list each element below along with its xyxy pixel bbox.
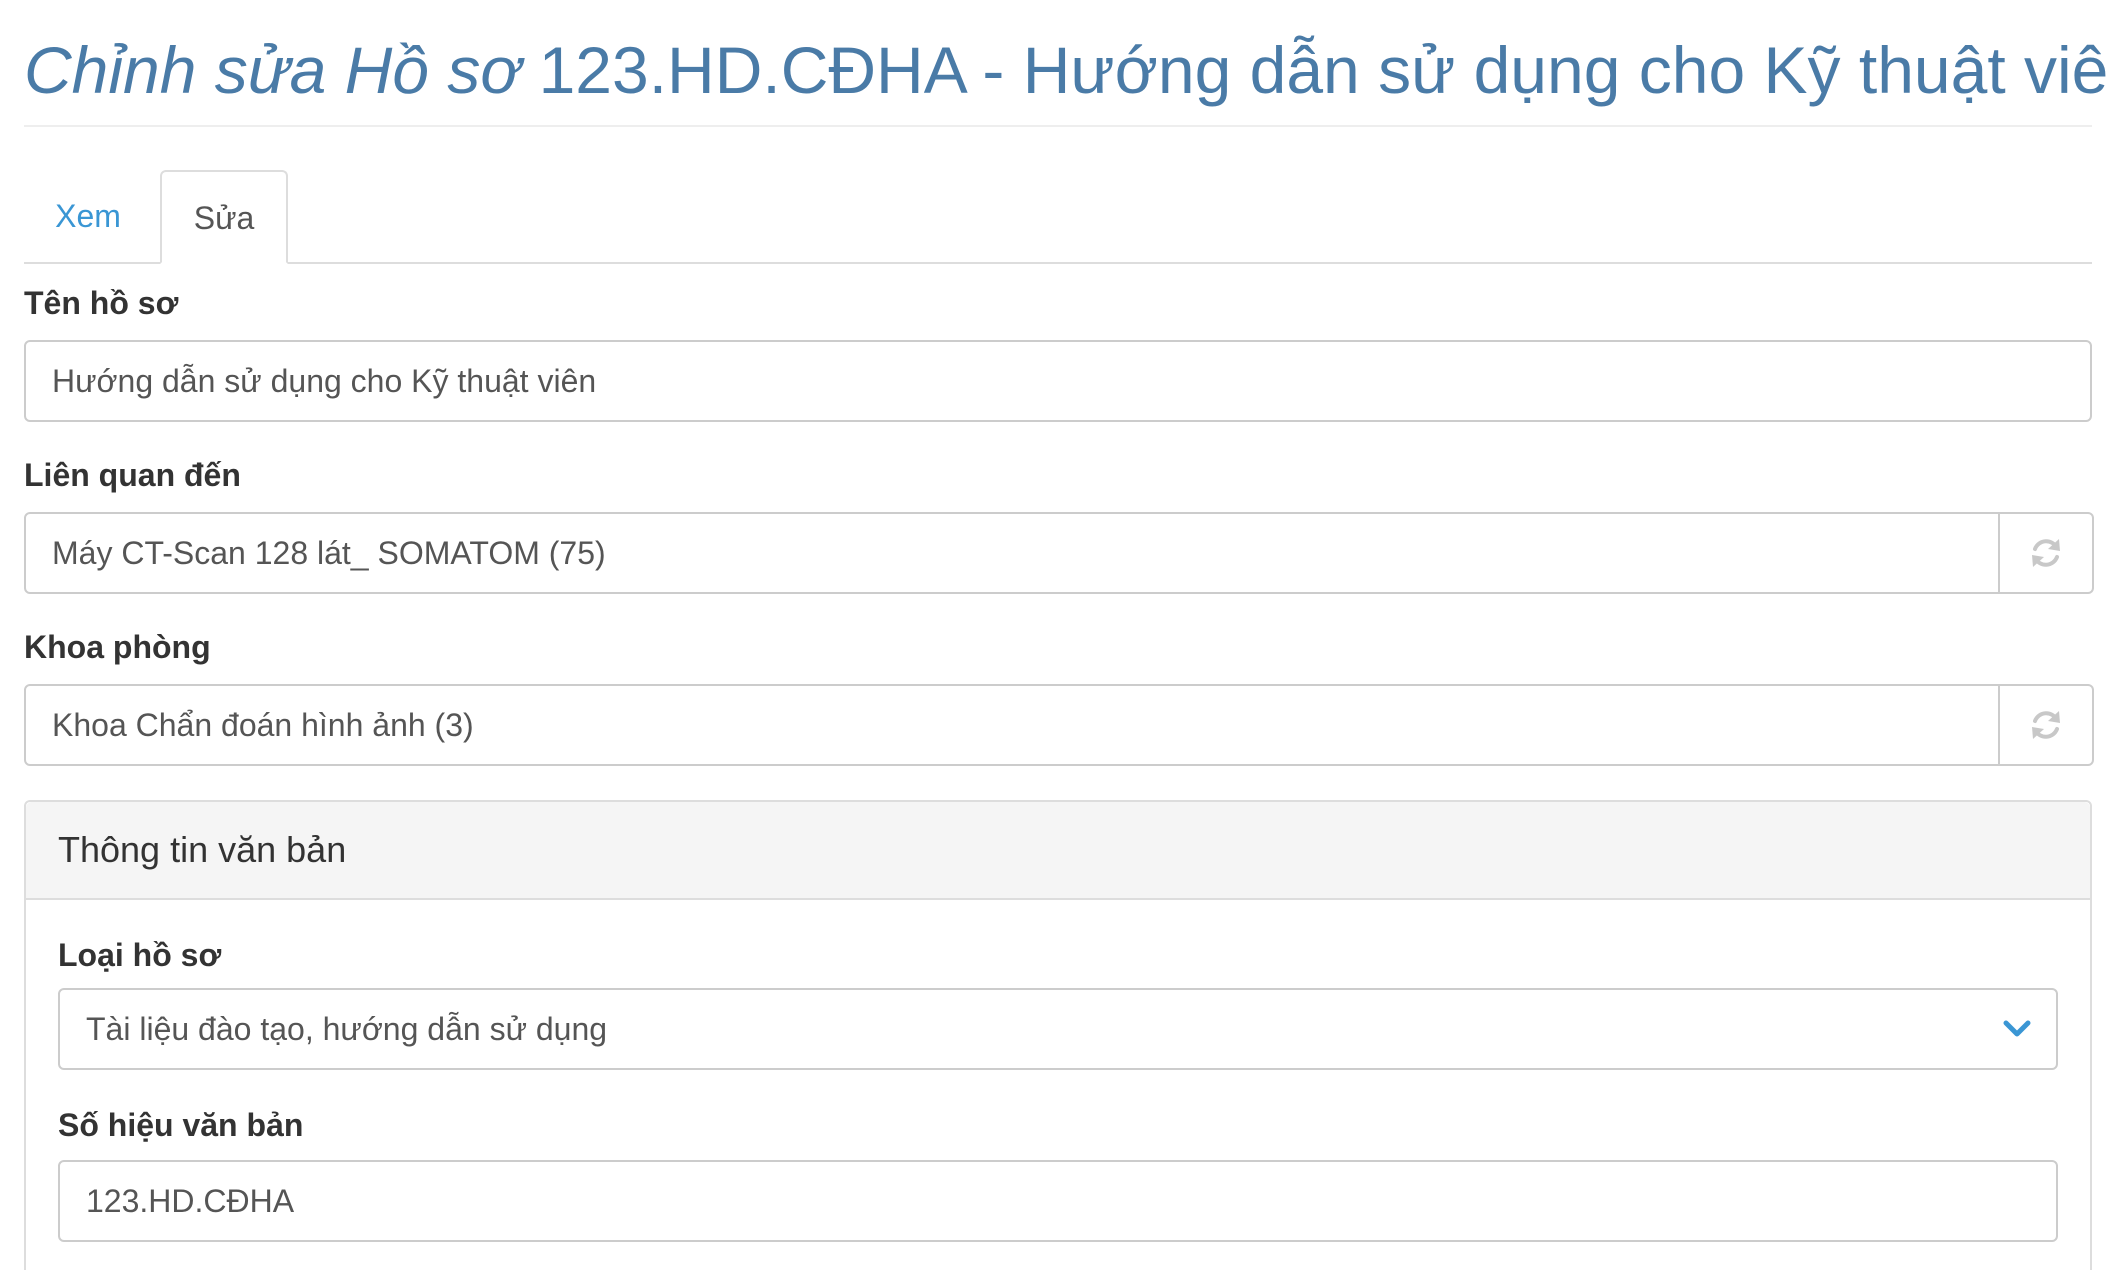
department-refresh-button[interactable] — [2000, 684, 2094, 766]
related-to-label: Liên quan đến — [24, 457, 241, 493]
department-input[interactable]: Khoa Chẩn đoán hình ảnh (3) — [24, 684, 2000, 766]
document-info-panel: Thông tin văn bản Loại hồ sơ Tài liệu đà… — [24, 800, 2092, 1270]
record-name-input[interactable]: Hướng dẫn sử dụng cho Kỹ thuật viên — [24, 340, 2092, 422]
record-type-select[interactable]: Tài liệu đào tạo, hướng dẫn sử dụng — [58, 988, 2058, 1070]
panel-title: Thông tin văn bản — [58, 829, 347, 870]
document-number-input[interactable]: 123.HD.CĐHA — [58, 1160, 2058, 1242]
chevron-down-icon — [2003, 1020, 2031, 1037]
record-type-label: Loại hồ sơ — [58, 937, 222, 973]
title-divider — [24, 125, 2092, 127]
tab-bar: Xem Sửa — [24, 170, 2092, 264]
refresh-icon — [2032, 539, 2060, 567]
related-to-input[interactable]: Máy CT-Scan 128 lát_ SOMATOM (75) — [24, 512, 2000, 594]
record-name-label: Tên hồ sơ — [24, 285, 179, 321]
tab-edit[interactable]: Sửa — [160, 170, 288, 264]
document-number-label: Số hiệu văn bản — [58, 1107, 304, 1143]
tab-view[interactable]: Xem — [24, 170, 152, 262]
panel-heading: Thông tin văn bản — [26, 802, 2090, 900]
page-title-prefix: Chỉnh sửa Hồ sơ — [24, 33, 521, 107]
department-label: Khoa phòng — [24, 629, 211, 665]
related-to-refresh-button[interactable] — [2000, 512, 2094, 594]
page-title-record: 123.HD.CĐHA - Hướng dẫn sử dụng cho Kỹ t… — [520, 33, 2110, 107]
edit-record-page: Chỉnh sửa Hồ sơ 123.HD.CĐHA - Hướng dẫn … — [24, 0, 2110, 1270]
page-title: Chỉnh sửa Hồ sơ 123.HD.CĐHA - Hướng dẫn … — [24, 28, 2110, 112]
record-type-selected-value: Tài liệu đào tạo, hướng dẫn sử dụng — [86, 1011, 608, 1047]
refresh-icon — [2032, 711, 2060, 739]
